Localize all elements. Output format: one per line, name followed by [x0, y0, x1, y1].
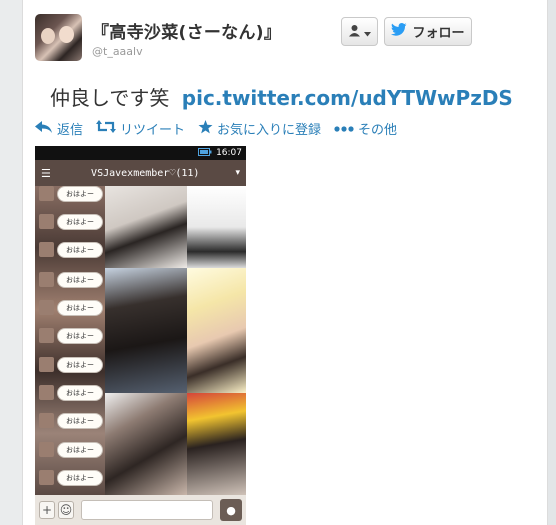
chat-avatar	[39, 186, 54, 201]
status-time: 16:07	[216, 148, 242, 158]
photo-collage: おはよー おはよー おはよー おはよー おはよー おはよー おはよー おはよー …	[35, 186, 246, 495]
user-handle[interactable]: @t_aaalv	[92, 45, 143, 58]
chat-avatar	[39, 242, 54, 257]
chat-bubble: おはよー	[57, 442, 103, 458]
person-icon	[348, 22, 361, 41]
favorite-action[interactable]: お気に入りに登録	[198, 119, 321, 138]
chat-bubble: おはよー	[57, 357, 103, 373]
display-name[interactable]: 『高寺沙菜(さーなん)』	[92, 18, 281, 43]
chat-text-field	[81, 500, 213, 520]
tweet-text: 仲良しです笑 pic.twitter.com/udYTWwPzDS	[50, 82, 513, 111]
photo-tile	[105, 268, 187, 393]
reply-icon	[35, 120, 53, 137]
chat-bubble: おはよー	[57, 385, 103, 401]
user-actions-button[interactable]	[341, 17, 378, 46]
chat-avatar	[39, 328, 54, 343]
photo-tile	[105, 393, 187, 495]
avatar-face-left	[41, 28, 55, 44]
chat-avatar	[39, 357, 54, 372]
more-action[interactable]: その他	[334, 119, 397, 138]
chat-avatar	[39, 214, 54, 229]
reply-label: 返信	[57, 123, 84, 138]
chat-bubble: おはよー	[57, 214, 103, 230]
menu-icon: ☰	[41, 166, 51, 180]
right-background	[548, 0, 556, 525]
photo-tile	[187, 186, 246, 268]
chat-bubble: おはよー	[57, 328, 103, 344]
retweet-action[interactable]: リツイート	[96, 119, 185, 138]
emoji-icon: ☺	[58, 501, 74, 519]
favorite-label: お気に入りに登録	[217, 123, 322, 138]
chat-bubble: おはよー	[57, 186, 103, 202]
left-background	[0, 0, 22, 525]
tweet-link[interactable]: pic.twitter.com/udYTWwPzDS	[182, 86, 513, 110]
twitter-bird-icon	[391, 23, 407, 40]
chat-avatar	[39, 442, 54, 457]
chat-avatar	[39, 300, 54, 315]
chat-title: VSJavexmember♡(11)	[91, 167, 200, 179]
phone-status-bar: 16:07	[35, 146, 246, 160]
photo-tile	[105, 186, 187, 268]
chat-avatar	[39, 470, 54, 485]
chat-avatar	[39, 413, 54, 428]
plus-icon: +	[39, 501, 55, 519]
chat-bubble: おはよー	[57, 470, 103, 486]
retweet-label: リツイート	[120, 123, 186, 138]
avatar[interactable]	[35, 14, 82, 61]
chat-header: ☰ VSJavexmember♡(11) ▾	[35, 160, 246, 186]
tweet-photo[interactable]: 16:07 ☰ VSJavexmember♡(11) ▾ おはよー おはよー お…	[35, 146, 246, 525]
microphone-icon: ●	[220, 499, 242, 521]
chat-bubble: おはよー	[57, 242, 103, 258]
chat-avatar	[39, 385, 54, 400]
star-icon	[198, 119, 213, 138]
retweet-icon	[96, 120, 117, 137]
tweet-actions: 返信 リツイート お気に入りに登録 その他	[35, 119, 397, 138]
chevron-down-icon: ▾	[235, 168, 240, 178]
chat-bubble: おはよー	[57, 413, 103, 429]
tweet-body: 仲良しです笑	[50, 86, 170, 110]
chat-bubble: おはよー	[57, 300, 103, 316]
chat-avatar	[39, 272, 54, 287]
follow-label: フォロー	[412, 26, 465, 41]
photo-tile	[187, 393, 246, 495]
reply-action[interactable]: 返信	[35, 119, 83, 138]
more-icon	[334, 121, 354, 136]
chevron-down-icon	[364, 22, 371, 41]
follow-button[interactable]: フォロー	[384, 17, 472, 46]
battery-icon	[198, 147, 212, 159]
chat-input-bar: + ☺ ●	[35, 495, 246, 525]
chat-bubble: おはよー	[57, 272, 103, 288]
avatar-face-right	[59, 26, 74, 43]
more-label: その他	[358, 123, 398, 138]
photo-tile	[187, 268, 246, 393]
